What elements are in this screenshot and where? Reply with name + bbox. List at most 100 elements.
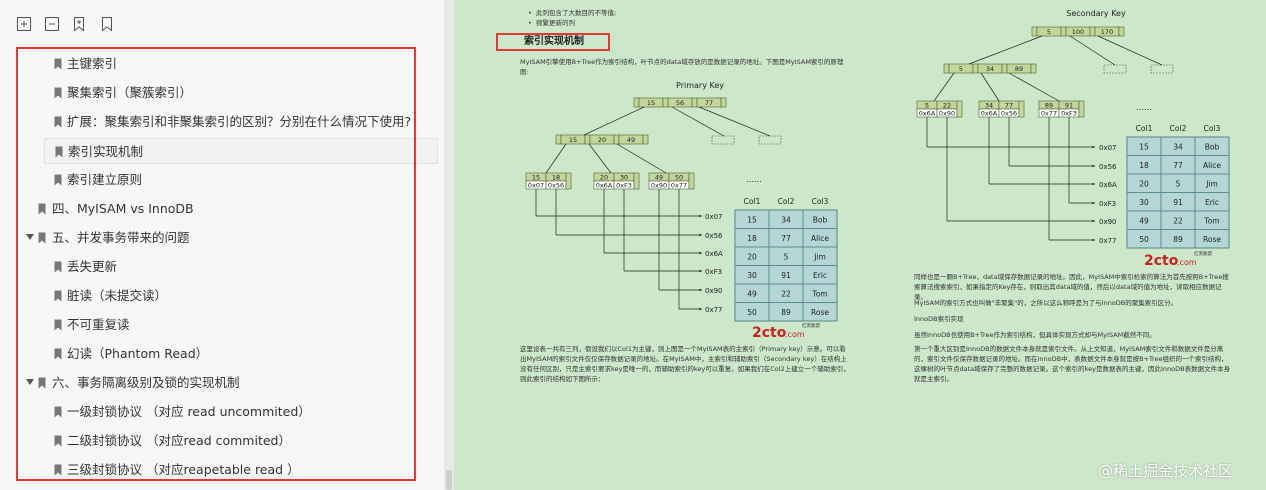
document-page: • 此列包含了大数目的不等值; • 频繁更新的列 索引实现机制 MyISAM引擎… [454, 0, 1266, 490]
table-cell-text: 22 [1173, 217, 1183, 226]
outline-item[interactable]: 三级封锁协议 （对应reapetable read ） [44, 457, 424, 483]
node-key-label: 5 [959, 65, 963, 73]
outline-item-label: 一级封锁协议 （对应 read uncommited） [67, 404, 311, 419]
table-cell-text: 49 [1139, 217, 1149, 226]
arrow-head [1092, 219, 1095, 223]
table-cell-text: Bob [1205, 143, 1220, 152]
collapse-all-icon[interactable] [44, 16, 60, 32]
node-key-label: 49 [627, 136, 635, 144]
arrow-head [1092, 182, 1095, 186]
logo-sub: 红黑联盟 [802, 322, 820, 329]
outline-item[interactable]: 聚集索引（聚簇索引） [44, 80, 424, 106]
outline-item[interactable]: 四、MyISAM vs InnoDB [22, 196, 432, 222]
outline-item[interactable]: 一级封锁协议 （对应 read uncommited） [44, 399, 424, 425]
outline-item-label: 索引建立原则 [67, 172, 143, 187]
outline-item[interactable]: 脏读（未提交读） [44, 283, 424, 309]
address-label: 0x77 [705, 306, 723, 314]
outline-item-label: 五、并发事务带来的问题 [52, 230, 190, 245]
leaf-addr-label: 0x77 [1041, 110, 1057, 118]
innodb-heading: InnoDB索引实现 [914, 315, 964, 323]
outline-item[interactable]: 五、并发事务带来的问题 [22, 225, 432, 251]
leaf-addr-label: 0xF3 [616, 182, 632, 190]
outline-item[interactable]: 扩展：聚集索引和非聚集索引的区别？分别在什么情况下使用? [44, 109, 424, 135]
node-pointer [1118, 26, 1125, 37]
add-bookmark-icon[interactable] [71, 16, 87, 32]
node-pointer [943, 63, 950, 74]
logo-sub: 红黑联盟 [1194, 250, 1212, 257]
expand-arrow-icon[interactable] [26, 234, 34, 240]
node-pointer [1031, 26, 1038, 37]
outline-item[interactable]: 六、事务隔离级别及锁的实现机制 [22, 370, 432, 396]
table-cell-text: 30 [1139, 198, 1149, 207]
leaf-addr-label: 0x07 [528, 182, 544, 190]
empty-node [758, 135, 782, 145]
outline-item[interactable]: 丢失更新 [44, 254, 424, 280]
tree-edge [698, 106, 771, 137]
table-cell-text: 18 [1139, 161, 1149, 170]
logo-text: 2cto [1144, 253, 1179, 269]
bookmark-icon [54, 464, 62, 476]
outline-item-label: 幻读（Phantom Read） [67, 346, 209, 361]
outline-item[interactable]: 二级封锁协议 （对应read commited） [44, 428, 424, 454]
node-key-label: 15 [647, 99, 655, 107]
outline-item-label: 丢失更新 [67, 259, 118, 274]
leaf-key-label: 18 [552, 174, 560, 182]
logo-suffix: .com [785, 330, 805, 339]
outline-item-label: 聚集索引（聚簇索引） [67, 85, 193, 100]
expand-arrow-icon[interactable] [26, 379, 34, 385]
address-label: 0x6A [1099, 181, 1117, 189]
leaf-addr-label: 0x6A [596, 182, 613, 190]
address-label: 0xF3 [705, 268, 722, 276]
table-cell-text: Jim [813, 253, 826, 262]
leaf-next-pointer [565, 172, 572, 190]
outline-item-label: 不可重复读 [67, 317, 130, 332]
leaf-key-label: 22 [943, 102, 951, 110]
table-cell-text: 18 [747, 234, 757, 243]
node-key-label: 100 [1072, 28, 1084, 36]
node-pointer [613, 134, 620, 145]
outline-item-label: 四、MyISAM vs InnoDB [52, 201, 194, 216]
outline-item-label: 扩展：聚集索引和非聚集索引的区别？分别在什么情况下使用? [67, 114, 412, 129]
outline-item[interactable]: 不可重复读 [44, 312, 424, 338]
arrow-head [699, 233, 702, 237]
logo-suffix: .com [1177, 258, 1197, 267]
table-cell-text: 5 [1176, 180, 1181, 189]
tree-edge [968, 35, 1043, 65]
table-header: Col1 [744, 197, 761, 206]
bookmark-icon [54, 348, 62, 360]
leaf-key-label: 30 [620, 174, 628, 182]
bookmark-icon[interactable] [99, 16, 115, 32]
outline-item[interactable]: 幻读（Phantom Read） [44, 341, 424, 367]
leaf-addr-label: 0x90 [939, 110, 955, 118]
node-pointer [633, 97, 640, 108]
pk-ellipsis: ...... [746, 175, 761, 184]
secondary-key-label: Secondary Key [1066, 9, 1126, 18]
outline-item[interactable]: 索引实现机制 [44, 138, 438, 164]
arrow-head [699, 251, 702, 255]
arrow-head [1092, 145, 1095, 149]
scrollbar-thumb[interactable] [446, 470, 452, 490]
panel-splitter[interactable] [444, 0, 454, 490]
expand-all-icon[interactable] [16, 16, 32, 32]
table-cell-text: 15 [1139, 143, 1149, 152]
outline-item[interactable]: 主键索引 [44, 51, 424, 77]
leaf-key-label: 91 [1065, 102, 1073, 110]
leaf-next-pointer [688, 172, 695, 190]
table-cell-text: Tom [811, 290, 827, 299]
tree-edge [616, 143, 667, 174]
outline-item-label: 脏读（未提交读） [67, 288, 168, 303]
table-cell-text: 20 [747, 253, 757, 262]
table-cell-text: 5 [784, 253, 789, 262]
right-paragraph-2: MyISAM的索引方式也叫做"非聚集"的，之所以这么称呼是为了与InnoDB的聚… [914, 299, 1178, 307]
watermark: @稀土掘金技术社区 [1098, 462, 1234, 480]
outline-panel: 主键索引聚集索引（聚簇索引） 扩展：聚集索引和非聚集索引的区别？分别在什么情况下使… [0, 0, 452, 490]
table-cell-text: 34 [1173, 143, 1183, 152]
outline-item[interactable]: 索引建立原则 [44, 167, 424, 193]
table-cell-text: 49 [747, 290, 757, 299]
node-pointer [1030, 63, 1037, 74]
node-key-label: 170 [1101, 28, 1113, 36]
node-pointer [720, 97, 727, 108]
bookmark-icon [54, 116, 62, 128]
bookmark-icon [38, 377, 46, 389]
logo-text: 2cto [752, 325, 787, 341]
